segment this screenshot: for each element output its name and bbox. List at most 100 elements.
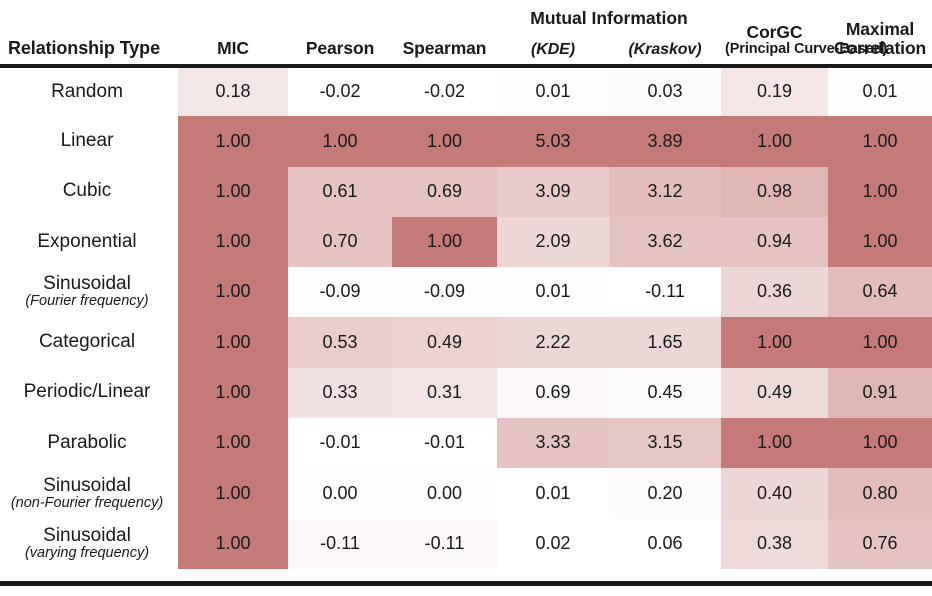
data-cell: 1.00 [178,518,288,569]
data-cell: 1.65 [609,317,721,368]
row-label-cell: Cubic [0,166,178,217]
column-header-corgc-label: CorGC [746,22,803,43]
data-cell: 3.62 [609,216,721,268]
data-cell: 0.01 [497,66,609,117]
data-cell: 3.33 [497,418,609,469]
data-cell: 0.53 [288,317,392,368]
row-sublabel: (varying frequency) [24,544,150,561]
data-cell: 1.00 [828,116,932,167]
data-cell: -0.11 [288,518,392,569]
column-header-maximal-correlation-label: Maximal Correlation [833,19,927,59]
data-cell: 0.00 [288,468,392,519]
metrics-table: Relationship Type MIC Pearson Spearman (… [0,0,932,569]
data-cell: 3.12 [609,166,721,217]
data-cell: 0.80 [828,468,932,519]
row-label-cell: Sinusoidal (Fourier frequency) [0,267,178,318]
data-cell: 0.76 [828,518,932,569]
data-cell: 0.03 [609,66,721,117]
data-cell: 0.01 [497,468,609,519]
data-cell: 0.69 [497,367,609,419]
row-sublabel: (non-Fourier frequency) [10,494,164,511]
row-label-cell: Parabolic [0,418,178,469]
table-bottom-rule [0,581,932,586]
data-cell: 1.00 [721,418,828,469]
data-cell: -0.01 [392,418,497,469]
column-header-relationship-type: Relationship Type [0,0,178,68]
column-header-mi-kde-label: (KDE) [531,40,575,58]
data-cell: 1.00 [178,468,288,519]
row-label: Categorical [38,331,136,353]
data-cell: 1.00 [721,317,828,368]
table-row: Exponential 1.00 0.70 1.00 2.09 3.62 0.94 1.00 [0,216,932,268]
data-cell: 3.89 [609,116,721,167]
data-cell: 0.01 [828,66,932,117]
comparison-table-container: Mutual Information Relationship Type MIC… [0,0,932,596]
column-header-relationship-type-label: Relationship Type [8,37,160,58]
table-row: Linear 1.00 1.00 1.00 5.03 3.89 1.00 1.00 [0,116,932,167]
table-header: Relationship Type MIC Pearson Spearman (… [0,0,932,68]
data-cell: 3.15 [609,418,721,469]
data-cell: 0.49 [392,317,497,368]
data-cell: 0.64 [828,267,932,318]
data-cell: 0.49 [721,367,828,419]
data-cell: 0.31 [392,367,497,419]
data-cell: 0.40 [721,468,828,519]
data-cell: 0.19 [721,66,828,117]
group-header-mutual-information: Mutual Information [530,8,688,28]
column-header-maximal-correlation: Maximal Correlation [828,0,932,68]
row-label: Periodic/Linear [23,381,151,403]
column-header-mi-kraskov-label: (Kraskov) [628,40,702,58]
table-row: Sinusoidal (varying frequency) 1.00 -0.11 -0… [0,518,932,569]
data-cell: -0.02 [288,66,392,117]
table-row: Cubic 1.00 0.61 0.69 3.09 3.12 0.98 1.00 [0,166,932,217]
table-row: Random 0.18 -0.02 -0.02 0.01 0.03 0.19 0.01 [0,66,932,117]
data-cell: -0.09 [392,267,497,318]
data-cell: 5.03 [497,116,609,167]
data-cell: 0.45 [609,367,721,419]
column-header-mic: MIC [178,0,288,68]
data-cell: 0.00 [392,468,497,519]
data-cell: 1.00 [828,418,932,469]
data-cell: -0.09 [288,267,392,318]
column-header-corgc-sublabel: (Principal Curve-Based) [725,41,888,58]
data-cell: 0.18 [178,66,288,117]
table-row: Parabolic 1.00 -0.01 -0.01 3.33 3.15 1.00 1.00 [0,418,932,469]
data-cell: 0.33 [288,367,392,419]
table-row: Sinusoidal (Fourier frequency) 1.00 -0.09 -0… [0,267,932,318]
row-label: Sinusoidal [43,524,131,546]
data-cell: 0.38 [721,518,828,569]
data-cell: 0.20 [609,468,721,519]
row-label-cell: Categorical [0,317,178,368]
data-cell: 0.61 [288,166,392,217]
row-label: Linear [60,130,114,151]
data-cell: -0.11 [392,518,497,569]
data-cell: 0.69 [392,166,497,217]
row-label: Sinusoidal [43,474,131,496]
row-label-cell: Sinusoidal (non-Fourier frequency) [0,468,178,519]
header-row: Relationship Type MIC Pearson Spearman (… [0,0,932,68]
data-cell: 1.00 [178,267,288,318]
data-cell: 1.00 [178,116,288,167]
row-label-cell: Sinusoidal (varying frequency) [0,518,178,569]
data-cell: 1.00 [178,317,288,368]
data-cell: 3.09 [497,166,609,217]
data-cell: 0.01 [497,267,609,318]
data-cell: 1.00 [288,116,392,167]
column-header-spearman-label: Spearman [402,38,487,59]
data-cell: 0.91 [828,367,932,419]
column-header-mic-label: MIC [217,38,249,59]
data-cell: 1.00 [178,367,288,419]
row-sublabel: (Fourier frequency) [25,293,149,310]
row-label-cell: Exponential [0,216,178,268]
data-cell: 1.00 [178,216,288,268]
table-row: Categorical 1.00 0.53 0.49 2.22 1.65 1.00 1.00 [0,317,932,368]
data-cell: 1.00 [828,166,932,217]
data-cell: 1.00 [721,116,828,167]
data-cell: -0.11 [609,267,721,318]
data-cell: 0.36 [721,267,828,318]
data-cell: 2.22 [497,317,609,368]
row-label: Parabolic [47,431,127,453]
data-cell: 1.00 [178,166,288,217]
data-cell: 0.02 [497,518,609,569]
column-header-pearson: Pearson [288,0,392,68]
